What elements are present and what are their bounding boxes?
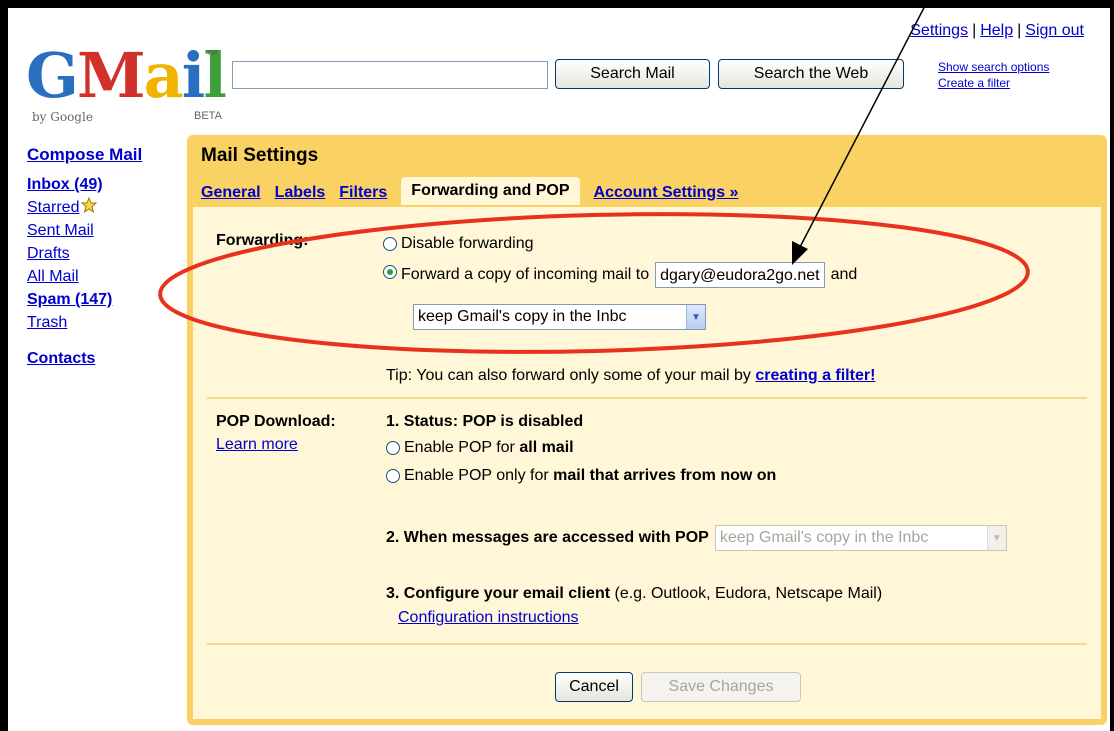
settings-panel: Mail Settings General Labels Filters For…: [187, 135, 1107, 725]
configure-client-row: 3. Configure your email client (e.g. Out…: [386, 585, 882, 603]
link-separator: |: [1017, 22, 1022, 39]
search-options-links: Show search options Create a filter: [938, 59, 1049, 91]
enable-pop-all-bold: all mail: [519, 439, 574, 456]
configuration-instructions-link[interactable]: Configuration instructions: [398, 609, 579, 627]
forward-and-label: and: [830, 266, 858, 283]
search-input[interactable]: [232, 61, 548, 89]
sidebar-item-starred[interactable]: Starred: [27, 196, 177, 219]
create-filter-tip-link[interactable]: creating a filter!: [755, 367, 875, 385]
contacts-link[interactable]: Contacts: [27, 347, 177, 370]
pop-status: 1. Status: POP is disabled: [386, 413, 583, 431]
pop-access-row: 2. When messages are accessed with POP k…: [386, 525, 1007, 551]
enable-pop-all-label: Enable POP for: [404, 439, 515, 456]
compose-mail-link[interactable]: Compose Mail: [27, 143, 177, 166]
enable-pop-new-label: Enable POP only for: [404, 467, 549, 484]
tab-filters[interactable]: Filters: [339, 181, 387, 205]
enable-pop-new-radio[interactable]: [386, 469, 400, 483]
sidebar-item-sent-mail[interactable]: Sent Mail: [27, 219, 177, 242]
settings-tabs: General Labels Filters Forwarding and PO…: [201, 177, 752, 205]
tab-general[interactable]: General: [201, 181, 261, 205]
link-separator: |: [972, 22, 977, 39]
image-border-left: [0, 0, 8, 731]
enable-pop-new-option[interactable]: Enable POP only for mail that arrives fr…: [386, 467, 776, 485]
tab-forwarding-and-pop[interactable]: Forwarding and POP: [401, 177, 580, 205]
pop-download-label: POP Download:: [216, 413, 336, 430]
search-mail-button[interactable]: Search Mail: [555, 59, 710, 89]
image-border-top: [0, 0, 1114, 8]
forward-copy-action-row: keep Gmail's copy in the Inbc ▼: [413, 304, 706, 330]
search-web-button[interactable]: Search the Web: [718, 59, 904, 89]
gmail-logo[interactable]: GMail TM by Google BETA: [26, 40, 227, 130]
forwarding-label: Forwarding:: [216, 232, 309, 249]
image-border-right: [1110, 0, 1114, 731]
enable-pop-all-option[interactable]: Enable POP for all mail: [386, 439, 574, 457]
sidebar-item-trash[interactable]: Trash: [27, 311, 177, 334]
tab-account-settings[interactable]: Account Settings »: [594, 181, 739, 205]
forward-copy-option: Forward a copy of incoming mail to dgary…: [383, 262, 857, 288]
enable-pop-new-bold: mail that arrives from now on: [553, 467, 777, 484]
logo-beta: BETA: [194, 110, 222, 122]
logo-by-google: by Google: [32, 110, 93, 124]
chevron-down-icon: ▼: [986, 526, 1006, 550]
forward-action-select[interactable]: keep Gmail's copy in the Inbc ▼: [413, 304, 706, 330]
logo-trademark: TM: [207, 50, 218, 57]
show-search-options-link[interactable]: Show search options: [938, 59, 1049, 75]
chevron-down-icon: ▼: [686, 305, 705, 329]
forward-action-value: keep Gmail's copy in the Inbc: [418, 308, 627, 325]
page-title: Mail Settings: [201, 145, 319, 166]
configure-client-examples: (e.g. Outlook, Eudora, Netscape Mail): [614, 585, 883, 602]
configure-client-label: 3. Configure your email client: [386, 585, 611, 602]
forward-copy-label: Forward a copy of incoming mail to: [401, 266, 650, 283]
sign-out-link[interactable]: Sign out: [1025, 22, 1084, 39]
pop-access-select[interactable]: keep Gmail's copy in the Inbc ▼: [714, 525, 1007, 551]
sidebar-item-all-mail[interactable]: All Mail: [27, 265, 177, 288]
settings-link[interactable]: Settings: [910, 22, 968, 39]
forward-address-field[interactable]: dgary@eudora2go.net: [655, 262, 825, 288]
account-links: Settings | Help | Sign out: [910, 22, 1084, 40]
sidebar-item-inbox[interactable]: Inbox (49): [27, 173, 177, 196]
settings-content: Forwarding: Disable forwarding Forward a…: [193, 207, 1101, 719]
create-filter-link[interactable]: Create a filter: [938, 75, 1049, 91]
star-icon: [81, 197, 98, 213]
pop-status-value: POP is disabled: [462, 413, 584, 430]
disable-forwarding-radio[interactable]: [383, 237, 397, 251]
forward-copy-radio[interactable]: [383, 265, 397, 279]
logo-wordmark: GMail: [26, 39, 227, 112]
tab-labels[interactable]: Labels: [275, 181, 326, 205]
learn-more-link[interactable]: Learn more: [216, 436, 298, 454]
save-changes-button[interactable]: Save Changes: [641, 672, 801, 702]
pop-access-label: 2. When messages are accessed with POP: [386, 529, 709, 546]
sidebar-item-label[interactable]: Starred: [27, 199, 79, 216]
sidebar: Compose Mail Inbox (49) Starred Sent Mai…: [27, 143, 177, 370]
pop-access-value: keep Gmail's copy in the Inbc: [719, 529, 929, 546]
forwarding-tip: Tip: You can also forward only some of y…: [386, 367, 875, 385]
pop-status-prefix: 1. Status:: [386, 413, 459, 430]
cancel-button[interactable]: Cancel: [555, 672, 633, 702]
disable-forwarding-option[interactable]: Disable forwarding: [383, 235, 534, 253]
enable-pop-all-radio[interactable]: [386, 441, 400, 455]
section-divider: [207, 643, 1087, 645]
sidebar-item-spam[interactable]: Spam (147): [27, 288, 177, 311]
help-link[interactable]: Help: [980, 22, 1013, 39]
tip-text: Tip: You can also forward only some of y…: [386, 367, 751, 384]
sidebar-item-drafts[interactable]: Drafts: [27, 242, 177, 265]
section-divider: [207, 397, 1087, 399]
disable-forwarding-label: Disable forwarding: [401, 235, 534, 252]
